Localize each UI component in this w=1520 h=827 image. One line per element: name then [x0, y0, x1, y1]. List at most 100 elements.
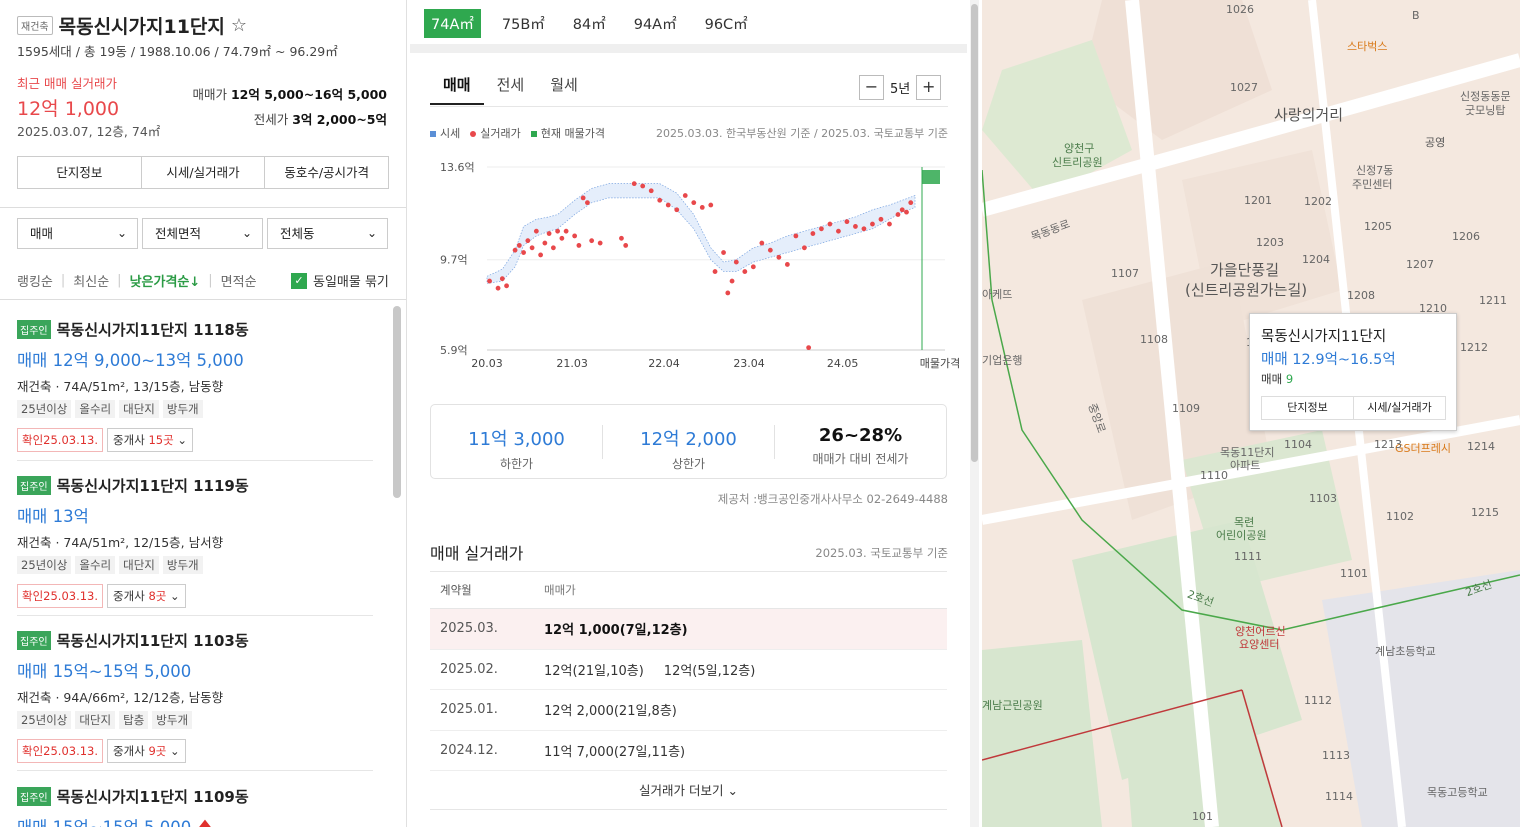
map-building-number: 1202: [1304, 195, 1332, 208]
table-row[interactable]: 2024.12. 11억 7,000(27일,11층): [430, 731, 947, 771]
map-building-number: 1112: [1304, 694, 1332, 707]
sale-price-range: 매매가 12억 5,000~16억 5,000: [192, 87, 387, 102]
map-complex-popup[interactable]: 목동신시가지11단지 매매 12.9억~16.5억 매매 9 단지정보 시세/실…: [1249, 313, 1457, 431]
listing-desc: 재건축 · 74A/51m², 12/15층, 남서향: [17, 535, 224, 550]
map-building-number: 1107: [1111, 267, 1139, 280]
sort-ranking[interactable]: 랭킹순: [17, 271, 53, 290]
size-tab[interactable]: 84㎡: [566, 9, 613, 38]
actual-deal-point: [546, 231, 552, 236]
popup-price-button[interactable]: 시세/실거래가: [1354, 397, 1445, 419]
tab-complex-info[interactable]: 단지정보: [18, 157, 142, 188]
map-label-starbucks[interactable]: 스타벅스: [1347, 38, 1387, 54]
tab-sale[interactable]: 매매: [430, 74, 484, 105]
actual-deal-point: [861, 226, 867, 232]
sort-area[interactable]: 면적순: [221, 271, 257, 290]
map-label-goodmorning[interactable]: 굿모닝탑: [1465, 102, 1505, 118]
table-row[interactable]: 2025.03. 12억 1,000(7일,12층): [430, 609, 947, 650]
actual-deal-point: [801, 245, 807, 251]
scrollbar-thumb[interactable]: [971, 4, 978, 462]
period-control: − 5년 +: [859, 75, 942, 100]
panel-scrollbar[interactable]: [970, 0, 979, 827]
recent-deal-date: 2025.03.07, 12층, 74㎡: [17, 124, 161, 139]
data-provider: 제공처 :뱅크공인중개사사무소 02-2649-4488: [717, 492, 948, 506]
legend-price: 시세: [430, 125, 460, 141]
tab-price-history[interactable]: 시세/실거래가: [142, 157, 266, 188]
complex-name: 목동신시가지11단지: [58, 16, 225, 38]
listing-item[interactable]: 집주인 목동신시가지11단지 1109동 매매 15억~15억 5,000 🡅: [17, 786, 373, 827]
size-tab[interactable]: 74A㎡: [424, 9, 481, 38]
recent-deal-price: 12억 1,000: [17, 98, 120, 120]
actual-deal-point: [631, 181, 637, 187]
group-same-listings-toggle[interactable]: ✓ 동일매물 묶기: [291, 271, 389, 290]
map-label-mokryeon[interactable]: 어린이공원: [1216, 527, 1267, 543]
table-header: 계약월 매매가: [430, 571, 947, 609]
tab-monthly[interactable]: 월세: [537, 74, 591, 105]
owner-badge: 집주인: [17, 787, 51, 806]
map-label-gaeul: 가을단풍길: [1210, 261, 1280, 279]
chevron-down-icon: ⌄: [727, 783, 738, 798]
map-label-mokdong-high[interactable]: 목동고등학교: [1427, 784, 1488, 800]
more-actual-deals-button[interactable]: 실거래가 더보기 ⌄: [430, 772, 947, 810]
map-label-apt11[interactable]: 아파트: [1230, 457, 1260, 473]
map-label-shinjeong7[interactable]: 주민센터: [1352, 176, 1392, 192]
chevron-down-icon: ⌄: [170, 744, 180, 758]
listing-item[interactable]: 집주인 목동신시가지11단지 1119동 매매 13억 재건축 · 74A/51m…: [17, 475, 373, 608]
actual-deal-point: [648, 188, 654, 194]
sort-low-price[interactable]: 낮은가격순↓: [130, 271, 201, 290]
map-label-gyenam-park[interactable]: 계남근린공원: [982, 697, 1043, 713]
map-label-gs[interactable]: GS더프레시: [1395, 440, 1451, 456]
verified-date: 확인25.03.13.: [17, 584, 104, 608]
sort-latest[interactable]: 최신순: [73, 271, 109, 290]
favorite-star-icon[interactable]: ☆: [231, 15, 247, 36]
checkbox-checked-icon: ✓: [291, 272, 307, 289]
complex-title-row: 재건축 목동신시가지11단지 ☆: [17, 12, 247, 39]
listing-tag: 대단지: [119, 556, 159, 574]
size-tab[interactable]: 75B㎡: [495, 9, 552, 38]
period-minus-button[interactable]: −: [859, 75, 884, 100]
divider: [17, 615, 373, 616]
map-label-arcade[interactable]: 아케뜨: [982, 286, 1012, 302]
agents-dropdown[interactable]: 중개사 15곳 ⌄: [107, 428, 193, 452]
listing-name: 목동신시가지11단지 1119동: [56, 477, 249, 495]
period-plus-button[interactable]: +: [916, 75, 942, 100]
listing-item[interactable]: 집주인 목동신시가지11단지 1103동 매매 15억~15억 5,000 재건축…: [17, 630, 373, 763]
listing-price: 매매 12억 9,000~13억 5,000: [17, 351, 244, 370]
map-label-yangcheon-park[interactable]: 신트리공원: [1052, 154, 1103, 170]
dong-select[interactable]: 전체동 ⌄: [267, 218, 388, 249]
size-tab[interactable]: 96C㎡: [698, 9, 755, 38]
actual-deal-point: [729, 278, 735, 284]
table-row[interactable]: 2025.02. 12억(21일,10층) 12억(5일,12층): [430, 650, 947, 690]
tab-unit-price[interactable]: 동호수/공시가격: [265, 157, 388, 188]
actual-deal-point: [878, 216, 884, 222]
actual-deal-point: [674, 207, 680, 213]
map-label-ibk[interactable]: 기업은행: [982, 352, 1022, 368]
map-label-care-center[interactable]: 요양센터: [1239, 636, 1279, 652]
listing-scrollbar[interactable]: [393, 306, 401, 498]
actual-deal-point: [806, 345, 812, 351]
area-select[interactable]: 전체면적 ⌄: [142, 218, 263, 249]
actual-deal-point: [827, 221, 833, 227]
x-tick-label: 20.03: [471, 357, 503, 370]
actual-deal-point: [810, 231, 816, 236]
map-label-parking[interactable]: 공영: [1425, 134, 1445, 150]
actual-deal-point: [844, 219, 850, 225]
owner-badge: 집주인: [17, 631, 51, 650]
map-building-number: 1113: [1322, 749, 1350, 762]
map-label-gyenam-school[interactable]: 계남초등학교: [1375, 643, 1436, 659]
actual-deal-point: [580, 195, 586, 201]
tab-jeonse[interactable]: 전세: [484, 74, 538, 105]
listing-item[interactable]: 집주인 목동신시가지11단지 1118동 매매 12억 9,000~13억 5,0…: [17, 319, 373, 452]
deal-type-select[interactable]: 매매 ⌄: [17, 218, 138, 249]
size-tab[interactable]: 94A㎡: [627, 9, 684, 38]
map-building-number: 1103: [1309, 492, 1337, 505]
map-building-number: 1114: [1325, 790, 1353, 803]
agents-dropdown[interactable]: 중개사 9곳 ⌄: [107, 739, 186, 763]
popup-info-button[interactable]: 단지정보: [1262, 397, 1354, 419]
listing-price: 매매 15억~15억 5,000 🡅: [17, 814, 373, 827]
price-chart[interactable]: 13.6억 9.7억 5.9억 20.03 21.03 22.04 23.04 24.05 매…: [410, 150, 967, 380]
agents-dropdown[interactable]: 중개사 8곳 ⌄: [107, 584, 186, 608]
map-view[interactable]: 스타벅스 사랑의거리 신정동동문 굿모닝탑 공영 양천구 신트리공원 신정7동 …: [982, 0, 1520, 827]
x-tick-label: 매물가격: [920, 357, 960, 370]
table-row[interactable]: 2025.01. 12억 2,000(21일,8층): [430, 690, 947, 731]
complex-info-tabs: 단지정보 시세/실거래가 동호수/공시가격: [17, 156, 389, 189]
